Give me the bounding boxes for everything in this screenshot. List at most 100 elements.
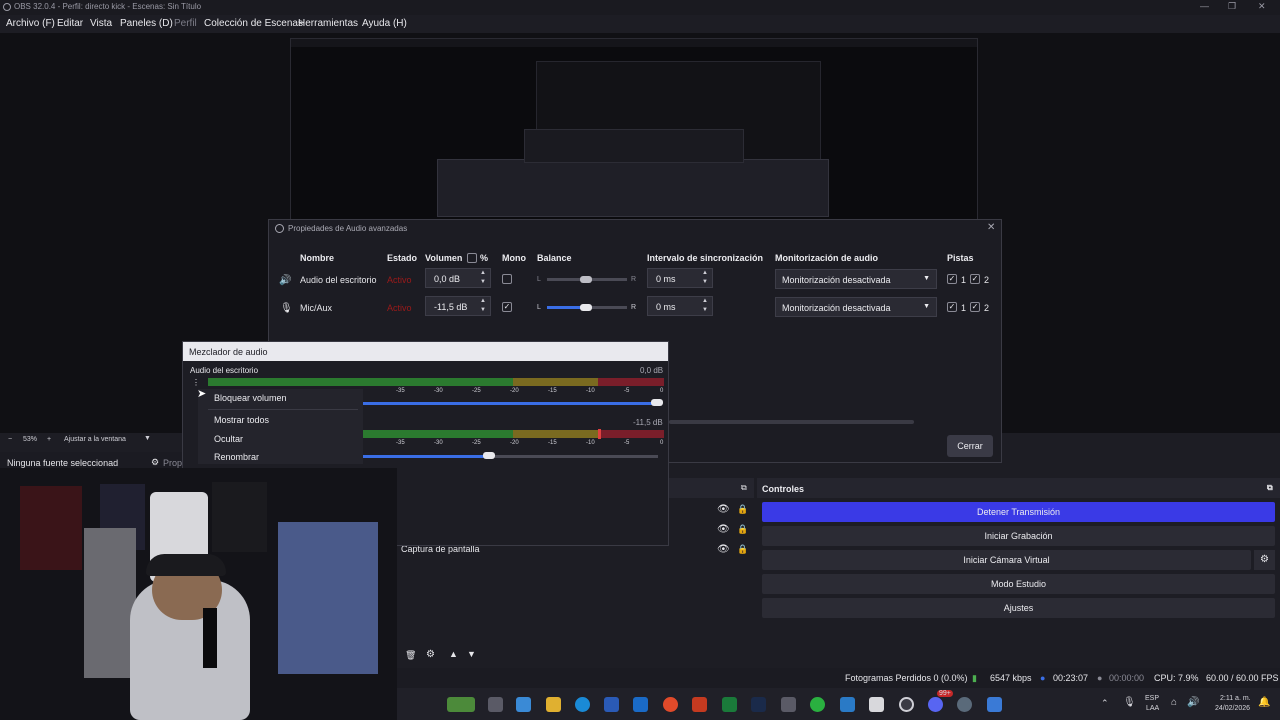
menu-archivo[interactable]: Archivo (F)	[6, 18, 55, 29]
balance-handle[interactable]	[580, 276, 592, 283]
word-icon[interactable]	[604, 697, 619, 712]
zoom-fit[interactable]: Ajustar a la ventana	[64, 436, 126, 443]
mono-checkbox[interactable]: ✓	[502, 302, 512, 312]
app-icon[interactable]	[840, 697, 855, 712]
eye-icon[interactable]: 👁	[717, 504, 730, 515]
arrow-up-icon[interactable]: ▲	[449, 649, 458, 659]
status-bar: Fotogramas Perdidos 0 (0.0%) ▮ 6547 kbps…	[397, 668, 1280, 688]
keyboard-layout[interactable]: LAA	[1146, 705, 1159, 712]
dock-float-icon[interactable]: ⧉	[1267, 483, 1273, 493]
chevron-down-icon[interactable]: ▼	[144, 435, 151, 442]
percent-checkbox[interactable]	[467, 253, 477, 263]
volume-spinbox[interactable]: -11,5 dB ▲ ▼	[425, 296, 491, 316]
dialog-close-icon[interactable]: ✕	[987, 222, 995, 233]
folder-icon[interactable]	[546, 697, 561, 712]
steam-icon[interactable]	[957, 697, 972, 712]
language-label[interactable]: ESP	[1145, 695, 1159, 702]
menu-perfil[interactable]: Perfil	[174, 18, 197, 29]
volume-spinbox[interactable]: 0,0 dB ▲ ▼	[425, 268, 491, 288]
excel-icon[interactable]	[722, 697, 737, 712]
more-options-icon[interactable]: ⋮	[192, 378, 200, 387]
start-virtual-camera-button[interactable]: Iniciar Cámara Virtual	[762, 550, 1251, 570]
mixer-title: Mezclador de audio	[183, 342, 668, 361]
eye-icon[interactable]: 👁	[717, 544, 730, 555]
menu-paneles[interactable]: Paneles (D)	[120, 18, 173, 29]
widgets-icon[interactable]	[447, 697, 475, 712]
obs-taskbar-icon[interactable]	[899, 697, 914, 712]
fader-handle[interactable]	[483, 452, 495, 459]
lock-icon[interactable]: 🔒	[737, 544, 748, 555]
chrome-icon[interactable]	[663, 697, 678, 712]
track2-checkbox[interactable]: ✓	[970, 274, 980, 284]
monitoring-select[interactable]: Monitorización desactivada ▼	[775, 297, 937, 317]
gear-icon[interactable]: ⚙	[426, 649, 435, 660]
maximize-icon[interactable]: ❐	[1228, 1, 1236, 12]
discord-icon[interactable]	[928, 697, 943, 712]
balance-handle[interactable]	[580, 304, 592, 311]
menu-item-hide[interactable]: Ocultar	[214, 434, 243, 444]
chevron-up-icon[interactable]: ⌃	[1101, 698, 1109, 709]
edge-icon[interactable]	[575, 697, 590, 712]
col-balance: Balance	[537, 253, 572, 263]
horizontal-scrollbar[interactable]	[669, 420, 914, 424]
store-icon[interactable]	[781, 697, 796, 712]
menu-item-lock-volume[interactable]: Bloquear volumen	[214, 393, 287, 403]
clock-time[interactable]: 2:11 a. m.	[1220, 695, 1251, 702]
close-icon[interactable]: ✕	[1258, 1, 1266, 12]
obs-logo-icon	[275, 224, 284, 233]
eye-icon[interactable]: 👁	[717, 524, 730, 535]
lock-icon[interactable]: 🔒	[737, 504, 748, 515]
nested-small-panel	[524, 129, 744, 163]
arrow-down-icon[interactable]: ▼	[467, 649, 476, 659]
powerpoint-icon[interactable]	[692, 697, 707, 712]
clock-date[interactable]: 24/02/2026	[1215, 705, 1250, 712]
track2-label: 2	[984, 303, 990, 313]
menu-editar[interactable]: Editar	[57, 18, 83, 29]
gear-icon[interactable]: ⚙	[151, 457, 159, 468]
monitoring-select[interactable]: Monitorización desactivada ▼	[775, 269, 937, 289]
photoshop-icon[interactable]	[751, 697, 766, 712]
menu-ayuda[interactable]: Ayuda (H)	[362, 18, 407, 29]
menu-vista[interactable]: Vista	[90, 18, 112, 29]
notifications-icon[interactable]: 🔔	[1258, 697, 1270, 708]
menu-herramientas[interactable]: Herramientas	[298, 18, 358, 29]
stop-stream-button[interactable]: Detener Transmisión	[762, 502, 1275, 522]
record-icon: ●	[1097, 673, 1103, 683]
file-manager-icon[interactable]	[488, 697, 503, 712]
minimize-icon[interactable]: —	[1200, 1, 1209, 11]
fader-handle[interactable]	[651, 399, 663, 406]
microphone-tray-icon[interactable]: 🎙	[1123, 697, 1136, 708]
properties-button[interactable]: Prop	[163, 458, 182, 468]
track2-checkbox[interactable]: ✓	[970, 302, 980, 312]
mono-checkbox[interactable]	[502, 274, 512, 284]
menu-item-rename[interactable]: Renombrar	[214, 452, 259, 462]
network-icon[interactable]: ⌂	[1171, 697, 1177, 708]
taskbar: 99+ ⌃ 🎙 ESP LAA ⌂ 🔊 2:11 a. m. 24/02/202…	[397, 688, 1280, 720]
lock-icon[interactable]: 🔒	[737, 524, 748, 535]
dock-float-icon[interactable]: ⧉	[741, 483, 747, 493]
whatsapp-icon[interactable]	[810, 697, 825, 712]
menu-bar: Archivo (F) Editar Vista Paneles (D) Per…	[0, 15, 1280, 33]
volume-icon[interactable]: 🔊	[1187, 697, 1199, 708]
track1-checkbox[interactable]: ✓	[947, 274, 957, 284]
studio-mode-button[interactable]: Modo Estudio	[762, 574, 1275, 594]
trash-icon[interactable]: 🗑	[405, 650, 416, 661]
close-button[interactable]: Cerrar	[947, 435, 993, 457]
menu-item-show-all[interactable]: Mostrar todos	[214, 415, 269, 425]
gear-icon[interactable]: ⚙	[1254, 550, 1275, 570]
sync-spinbox[interactable]: 0 ms ▲ ▼	[647, 268, 713, 288]
volume-fader[interactable]	[363, 455, 488, 458]
settings-button[interactable]: Ajustes	[762, 598, 1275, 618]
monitor-screen	[278, 522, 378, 674]
app-icon[interactable]	[987, 697, 1002, 712]
start-recording-button[interactable]: Iniciar Grabación	[762, 526, 1275, 546]
sync-spinbox[interactable]: 0 ms ▲ ▼	[647, 296, 713, 316]
track1-checkbox[interactable]: ✓	[947, 302, 957, 312]
copilot-icon[interactable]	[516, 697, 531, 712]
menu-escenas[interactable]: Colección de Escenas	[204, 18, 303, 29]
volume-fader-track[interactable]	[488, 455, 658, 458]
notes-icon[interactable]	[869, 697, 884, 712]
volume-fader[interactable]	[363, 402, 658, 405]
outlook-icon[interactable]	[633, 697, 648, 712]
volume-meter	[208, 378, 664, 386]
